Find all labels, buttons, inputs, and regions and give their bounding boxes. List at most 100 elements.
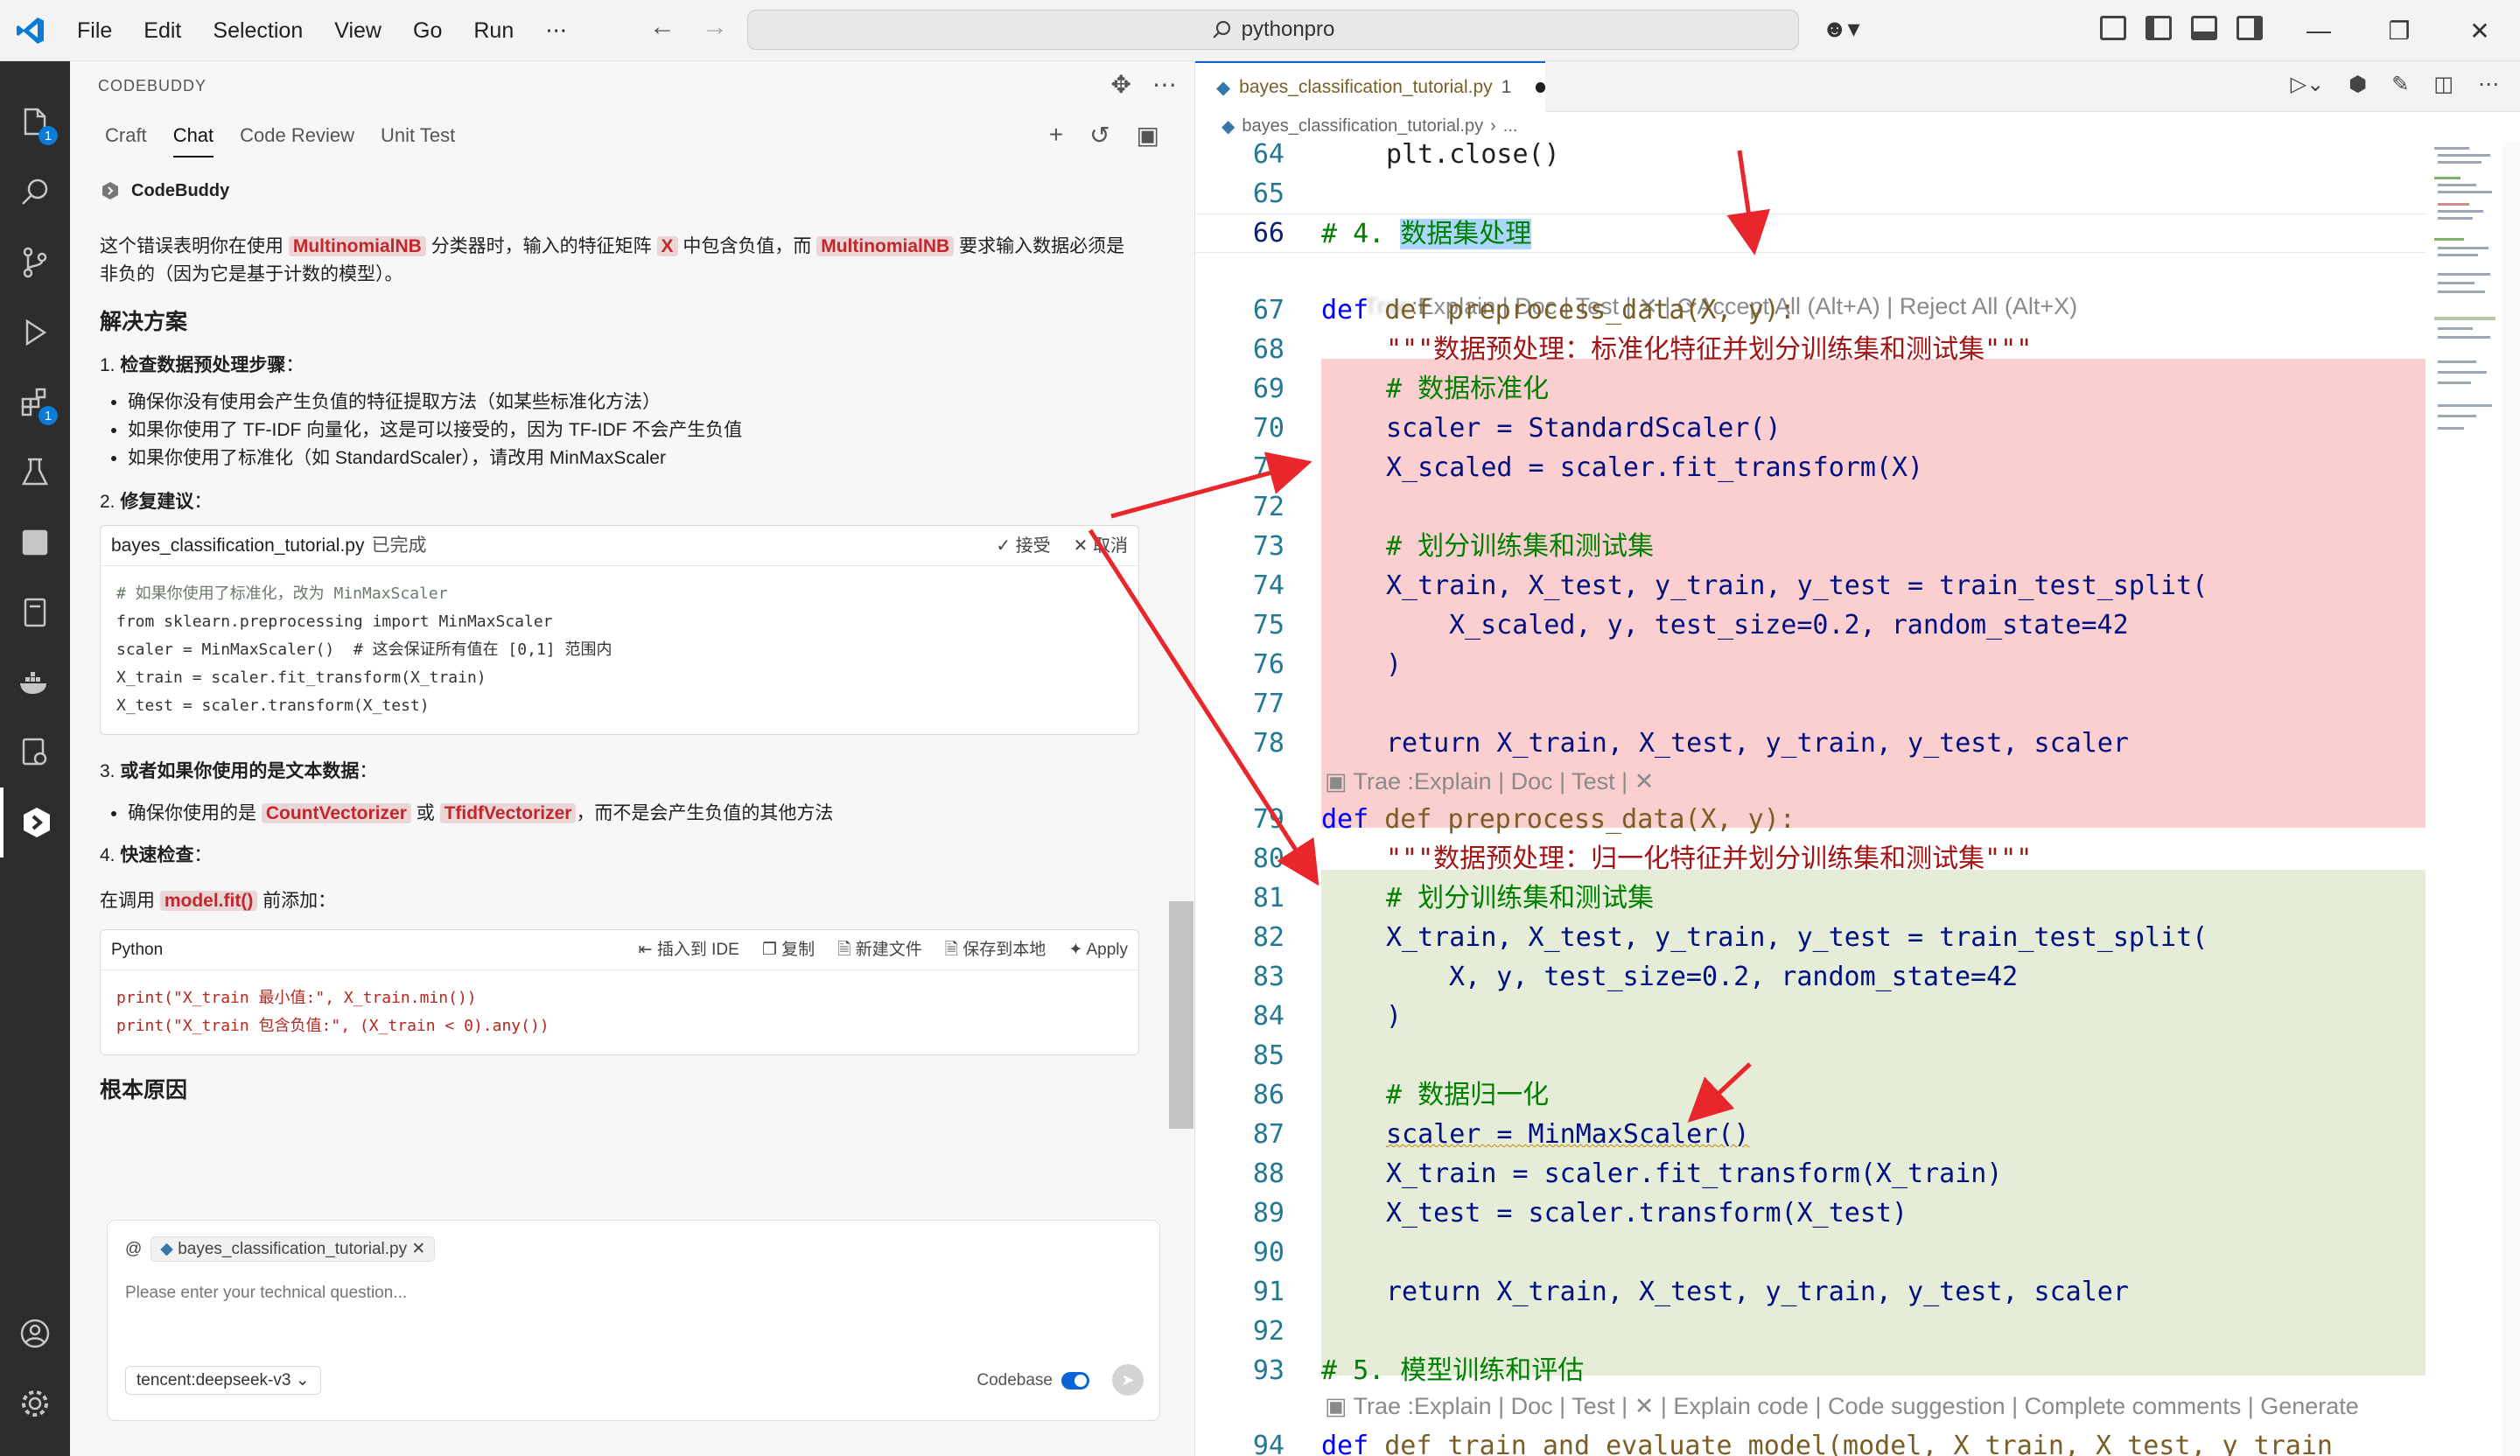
extensions-icon[interactable]: 1 (0, 368, 70, 438)
unsaved-dot-icon[interactable] (1536, 82, 1545, 93)
copilot-icon[interactable]: ☻▾ (1822, 14, 1860, 43)
panel-scrollbar-thumb[interactable] (1169, 901, 1194, 1129)
model-label: tencent:deepseek-v3 (136, 1371, 291, 1390)
code-review-icon[interactable] (0, 718, 70, 788)
toggle-primary-sidebar-icon[interactable] (2146, 16, 2172, 40)
toggle-panel-icon[interactable] (2191, 16, 2217, 40)
save-local-button[interactable]: 🗎 保存到本地 (945, 936, 1046, 964)
insert-to-ide-button[interactable]: ⇤ 插入到 IDE (639, 936, 739, 964)
reject-button[interactable]: ✕ 取消 (1074, 532, 1128, 560)
editor-tab[interactable]: ◆ bayes_classification_tutorial.py 1 (1195, 61, 1545, 112)
account-icon[interactable] (0, 1298, 70, 1368)
edit-pen-icon[interactable]: ✎ (2391, 72, 2409, 97)
menu-selection[interactable]: Selection (197, 0, 318, 61)
docker-icon[interactable] (0, 648, 70, 718)
new-chat-icon[interactable]: + (1049, 121, 1063, 150)
minimize-icon[interactable]: — (2278, 0, 2359, 61)
command-center-search[interactable]: pythonpro (747, 10, 1799, 50)
tab-code-review[interactable]: Code Review (240, 124, 354, 158)
mention-icon[interactable]: @ (125, 1240, 142, 1259)
codebuddy-action-icon[interactable]: ⬢ (2348, 72, 2367, 97)
editor-vertical-scrollbar[interactable] (2502, 142, 2520, 1456)
forward-arrow-icon[interactable]: → (702, 12, 728, 42)
explorer-icon[interactable]: 1 (0, 88, 70, 158)
docstring: """数据预处理：归一化特征并划分训练集和测试集""" (1386, 844, 2033, 874)
search-icon[interactable] (0, 158, 70, 228)
customize-layout-icon[interactable] (2100, 16, 2126, 40)
paragraph-text: 在调用 (100, 891, 155, 911)
code-line-71: X_scaled = scaler.fit_transform(X) (1195, 448, 2426, 487)
intro-paragraph: 这个错误表明你在使用 MultinomialNB 分类器时，输入的特征矩阵 X … (100, 233, 1132, 289)
menu-run[interactable]: Run (458, 0, 529, 61)
new-file-button[interactable]: 🗎 新建文件 (837, 936, 922, 964)
accept-button[interactable]: ✓ 接受 (996, 532, 1050, 560)
expand-icon[interactable]: ▣ (1137, 121, 1159, 150)
code-line-82: X_train, X_test, y_train, y_test = train… (1195, 918, 2426, 957)
python-file-icon: ◆ (160, 1240, 173, 1258)
model-selector[interactable]: tencent:deepseek-v3 ⌄ (125, 1366, 321, 1395)
settings-gear-icon[interactable] (0, 1368, 70, 1438)
python-file-icon: ◆ (1222, 117, 1236, 136)
apply-button[interactable]: ✦ Apply (1068, 936, 1128, 964)
send-button[interactable]: ➤ (1112, 1364, 1144, 1396)
copy-button[interactable]: ❐ 复制 (762, 936, 815, 964)
toggle-secondary-sidebar-icon[interactable] (2236, 16, 2263, 40)
code-text: def def train_and_evaluate_model(model, … (1321, 1426, 2333, 1456)
testing-flask-icon[interactable] (0, 438, 70, 508)
function-signature: def preprocess_data(X, y): (1384, 295, 1796, 326)
breadcrumb-more[interactable]: ... (1503, 116, 1518, 136)
step-colon: ： (359, 761, 378, 781)
run-python-icon[interactable]: ▷⌄ (2291, 72, 2325, 97)
run-debug-icon[interactable] (0, 298, 70, 368)
code-block[interactable]: # 如果你使用了标准化，改为 MinMaxScaler from sklearn.… (101, 566, 1138, 734)
close-icon[interactable]: ✕ (2440, 0, 2520, 61)
comment: # 划分训练集和测试集 (1386, 531, 1655, 562)
menu-go[interactable]: Go (397, 0, 458, 61)
remove-chip-icon[interactable]: ✕ (411, 1240, 425, 1258)
tab-craft[interactable]: Craft (105, 124, 147, 158)
code-text: scaler = MinMaxScaler() (1386, 1119, 1750, 1150)
line-number-text: 92 (1252, 1316, 1284, 1347)
trae-logo-icon: ▣ (1325, 768, 1348, 794)
code-line-83: X, y, test_size=0.2, random_state=42 (1195, 957, 2426, 997)
codelens-text[interactable]: Trae :Explain | Doc | Test | ✕ (1354, 768, 1655, 794)
apply-sparkle-icon: ✦ (1068, 940, 1083, 959)
code-editor[interactable]: 64 65 66 67 68 69 70 71 72 73 74 75 76 77 78 79 80 81 82 83… (1195, 142, 2426, 1456)
codelens-text[interactable]: Trae :Explain | Doc | Test | ✕ | Explain… (1354, 1393, 2359, 1419)
tab-unit-test[interactable]: Unit Test (381, 124, 455, 158)
vscode-logo-icon[interactable] (0, 0, 61, 61)
restore-icon[interactable]: ❐ (2359, 0, 2440, 61)
menu-edit[interactable]: Edit (128, 0, 197, 61)
step-number: 3. (100, 761, 121, 781)
comment: # 数据标准化 (1386, 374, 1550, 404)
codebuddy-icon[interactable] (0, 788, 70, 858)
codebase-toggle[interactable] (1061, 1372, 1089, 1390)
notebook-icon[interactable] (0, 578, 70, 648)
tab-chat[interactable]: Chat (172, 124, 214, 158)
code-card-filename[interactable]: bayes_classification_tutorial.py (111, 532, 365, 560)
history-icon[interactable]: ↺ (1089, 121, 1110, 150)
editor-tab-bar: ◆ bayes_classification_tutorial.py 1 ▷⌄ … (1195, 61, 2520, 112)
step-colon: ： (193, 845, 213, 865)
back-arrow-icon[interactable]: ← (649, 12, 676, 42)
step-number: 2. (100, 492, 121, 512)
menu-view[interactable]: View (318, 0, 397, 61)
remote-explorer-icon[interactable] (0, 508, 70, 578)
comment: # 划分训练集和测试集 (1386, 883, 1655, 914)
python-file-icon: ◆ (1216, 77, 1231, 98)
context-file-chip[interactable]: ◆ bayes_classification_tutorial.py ✕ (150, 1236, 436, 1262)
breadcrumb-file[interactable]: bayes_classification_tutorial.py (1242, 116, 1483, 136)
menu-file[interactable]: File (61, 0, 128, 61)
chip-label: bayes_classification_tutorial.py (178, 1240, 408, 1258)
code-line-64: plt.close() (1195, 142, 2426, 174)
menu-more[interactable]: ⋯ (529, 0, 583, 61)
question-input[interactable] (125, 1284, 1088, 1303)
more-actions-icon[interactable]: ⋯ (1152, 70, 1177, 99)
minimap[interactable] (2431, 142, 2501, 527)
more-actions-icon[interactable]: ⋯ (2478, 72, 2499, 97)
source-control-icon[interactable] (0, 228, 70, 298)
drag-move-icon[interactable]: ✥ (1111, 70, 1131, 99)
code-block[interactable]: print("X_train 最小值:", X_train.min()) prin… (101, 970, 1138, 1054)
split-editor-icon[interactable]: ◫ (2433, 72, 2454, 97)
nav-arrows: ← → (649, 12, 728, 42)
